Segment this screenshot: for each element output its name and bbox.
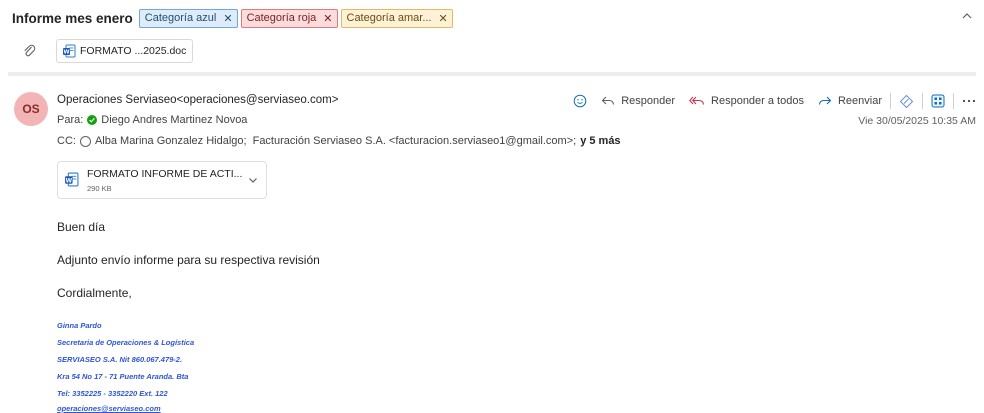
chevron-up-icon[interactable]	[960, 9, 974, 23]
header-divider	[8, 72, 976, 76]
reply-button[interactable]: Responder	[601, 95, 675, 107]
cc-more-link[interactable]: y 5 más	[580, 135, 620, 147]
category-tag-amber[interactable]: Categoría amar... ✕	[340, 8, 453, 28]
emoji-icon[interactable]	[573, 94, 587, 108]
body-greeting: Buen día	[57, 220, 106, 234]
forward-icon	[818, 96, 832, 105]
actions-separator	[953, 93, 954, 109]
signature-company: SERVIASEO S.A. Nit 860.067.479-2.	[57, 355, 183, 364]
sensitivity-icon[interactable]	[899, 94, 914, 109]
cc-recipient[interactable]: Alba Marina Gonzalez Hidalgo;	[95, 135, 247, 147]
attachment-chip[interactable]: W FORMATO ...2025.doc	[56, 39, 194, 63]
signature-name: Ginna Pardo	[57, 321, 102, 330]
forward-button[interactable]: Reenviar	[818, 95, 882, 107]
svg-text:W: W	[63, 50, 69, 56]
signature-title: Secretaria de Operaciones & Logística	[57, 338, 195, 347]
category-tag-red[interactable]: Categoría roja ✕	[240, 8, 338, 28]
cc-recipient[interactable]: Facturación Serviaseo S.A. <facturacion.…	[253, 135, 577, 147]
reply-icon	[601, 96, 615, 105]
word-doc-icon: W	[63, 44, 76, 58]
attachment-name: FORMATO INFORME DE ACTI...	[87, 168, 243, 180]
chevron-down-icon[interactable]	[247, 174, 259, 186]
actions-separator	[890, 93, 891, 109]
remove-category-icon[interactable]: ✕	[323, 12, 332, 25]
category-label: Categoría azul	[144, 12, 217, 24]
remove-category-icon[interactable]: ✕	[439, 12, 448, 25]
category-label: Categoría amar...	[346, 12, 432, 24]
svg-text:W: W	[66, 178, 73, 184]
attachment-size: 290 KB	[87, 184, 112, 193]
signature-email-link[interactable]: operaciones@serviaseo.com	[57, 404, 161, 413]
message-subject: Informe mes enero	[12, 10, 133, 26]
to-line: Para: Diego Andres Martinez Novoa	[57, 114, 247, 126]
to-label: Para:	[57, 114, 84, 126]
subject-row: Informe mes enero Categoría azul ✕ Categ…	[12, 8, 456, 28]
body-closing: Cordialmente,	[57, 286, 132, 300]
attachment-bar: W FORMATO ...2025.doc	[22, 38, 194, 64]
actions-separator	[922, 93, 923, 109]
recipient-name[interactable]: Diego Andres Martinez Novoa	[101, 114, 247, 126]
message-timestamp: Vie 30/05/2025 10:35 AM	[858, 115, 976, 127]
signature-phone: Tel: 3352225 - 3352220 Ext. 122	[57, 389, 168, 398]
cc-label: CC:	[57, 135, 76, 147]
category-tag-blue[interactable]: Categoría azul ✕	[138, 8, 238, 28]
signature-address: Kra 54 No 17 - 71 Puente Aranda. Bta	[57, 372, 189, 381]
remove-category-icon[interactable]: ✕	[223, 12, 232, 25]
attachment-chip-label: FORMATO ...2025.doc	[80, 45, 187, 57]
forward-label: Reenviar	[837, 95, 882, 107]
paperclip-icon	[24, 44, 36, 57]
more-icon[interactable]	[962, 98, 976, 104]
reply-label: Responder	[621, 95, 676, 107]
message-actions: Responder Responder a todos Reenviar	[565, 92, 976, 110]
word-doc-icon: W	[65, 172, 79, 187]
status-unknown-icon	[79, 135, 91, 147]
status-available-icon	[87, 115, 98, 125]
reply-all-button[interactable]: Responder a todos	[689, 95, 804, 107]
apps-icon[interactable]	[931, 94, 945, 108]
avatar[interactable]: OS	[14, 92, 48, 126]
body-paragraph: Adjunto envío informe para su respectiva…	[57, 253, 320, 267]
category-label: Categoría roja	[246, 12, 317, 24]
reading-pane-header: Informe mes enero Categoría azul ✕ Categ…	[0, 0, 984, 72]
reply-all-icon	[689, 96, 705, 105]
cc-line: CC: Alba Marina Gonzalez Hidalgo; Factur…	[57, 135, 621, 147]
attachment-card[interactable]: W FORMATO INFORME DE ACTI... 290 KB	[57, 161, 267, 199]
reply-all-label: Responder a todos	[711, 95, 804, 107]
sender-name[interactable]: Operaciones Serviaseo<operaciones@servia…	[57, 94, 338, 106]
